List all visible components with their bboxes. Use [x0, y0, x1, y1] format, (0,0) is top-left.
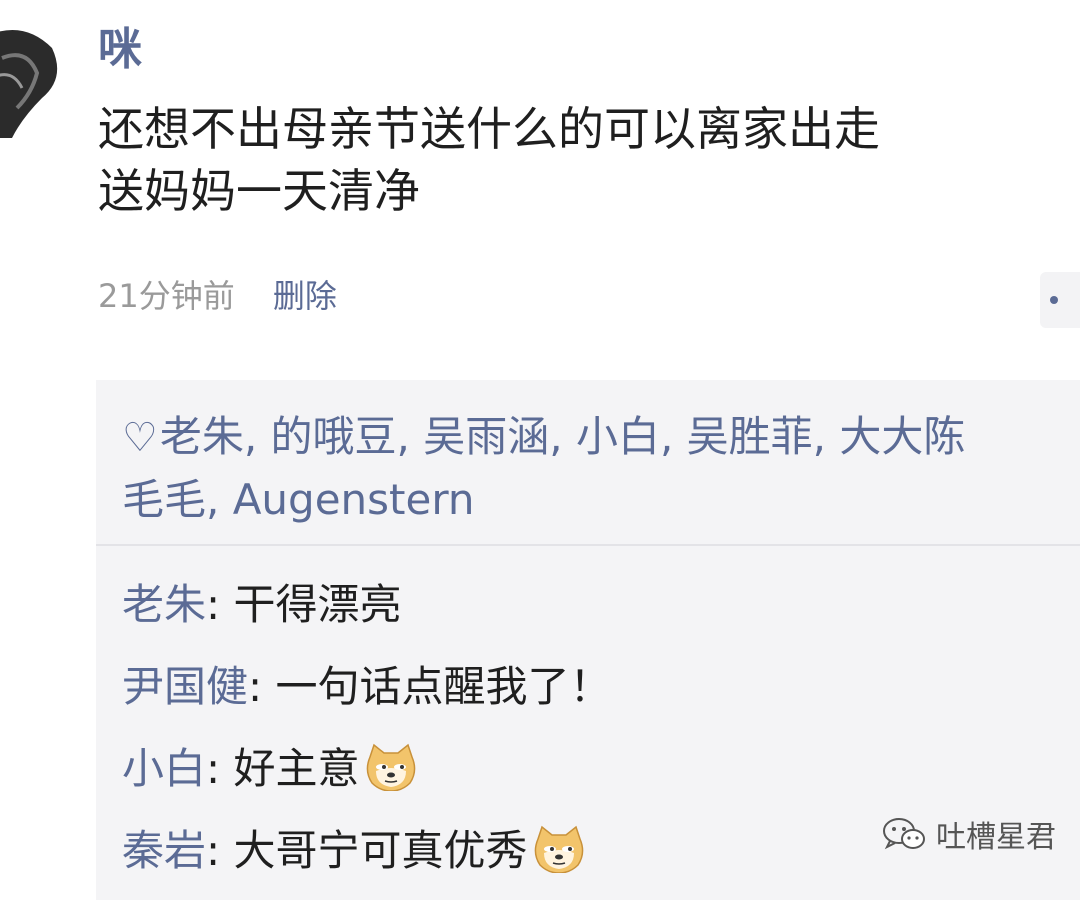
- comment-author[interactable]: 秦岩: [122, 826, 206, 875]
- post-meta: 21分钟前 删除: [98, 276, 337, 316]
- doge-icon: [532, 818, 586, 874]
- likes-line[interactable]: 毛毛, Augenstern: [122, 469, 1080, 531]
- watermark-text: 吐槽星君: [936, 820, 1056, 855]
- likes-list: ♡老朱, 的哦豆, 吴雨涵, 小白, 吴胜菲, 大大陈 毛毛, Augenste…: [122, 406, 1080, 531]
- post-time: 21分钟前: [98, 277, 235, 315]
- wechat-icon: [883, 818, 925, 850]
- comment-item[interactable]: 老朱: 干得漂亮: [122, 564, 1080, 646]
- post-text-line: 还想不出母亲节送什么的可以离家出走: [98, 102, 880, 156]
- comment-author[interactable]: 小白: [122, 744, 206, 793]
- post-username[interactable]: 咪: [98, 24, 143, 76]
- comment-text: : 好主意: [206, 744, 360, 793]
- avatar[interactable]: [0, 18, 66, 138]
- likes-line: ♡老朱, 的哦豆, 吴雨涵, 小白, 吴胜菲, 大大陈: [122, 406, 1080, 469]
- comment-text: : 一句话点醒我了！: [248, 662, 612, 711]
- post-text-line: 送妈妈一天清净: [98, 164, 420, 218]
- more-button[interactable]: [1040, 272, 1080, 328]
- post-text: 还想不出母亲节送什么的可以离家出走 送妈妈一天清净: [98, 98, 1058, 222]
- divider: [96, 544, 1080, 546]
- comment-text: : 大哥宁可真优秀: [206, 826, 528, 875]
- doge-icon: [364, 736, 418, 792]
- watermark: 吐槽星君: [882, 812, 1056, 856]
- comment-text: : 干得漂亮: [206, 580, 402, 629]
- comment-item[interactable]: 小白: 好主意: [122, 728, 1080, 810]
- heart-icon: ♡: [122, 415, 158, 461]
- comment-author[interactable]: 老朱: [122, 580, 206, 629]
- likes-names[interactable]: 老朱, 的哦豆, 吴雨涵, 小白, 吴胜菲, 大大陈: [160, 412, 966, 461]
- comment-author[interactable]: 尹国健: [122, 662, 248, 711]
- delete-button[interactable]: 删除: [273, 277, 337, 315]
- comment-item[interactable]: 尹国健: 一句话点醒我了！: [122, 646, 1080, 728]
